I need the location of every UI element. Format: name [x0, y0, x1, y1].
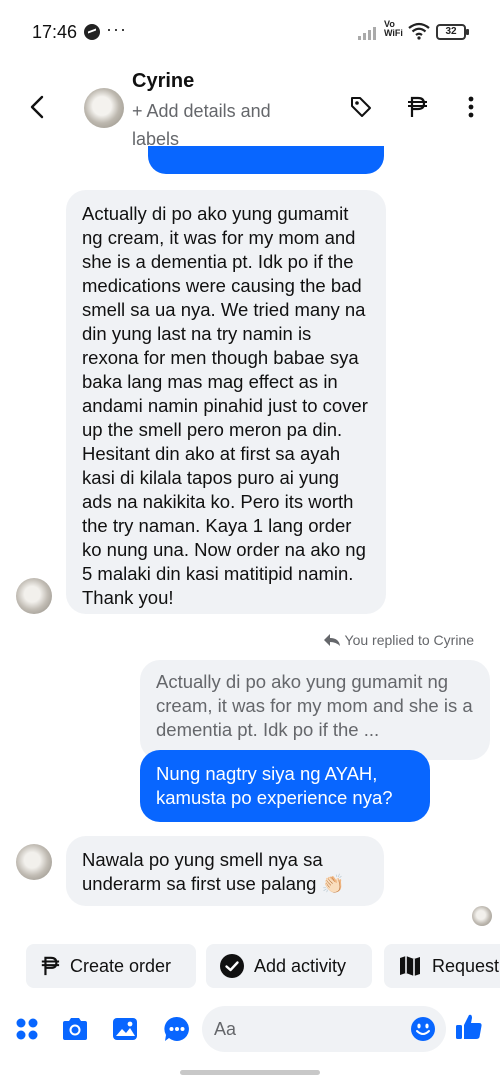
reply-label: You replied to Cyrine: [344, 632, 474, 648]
vowifi-label: Vo WiFi: [384, 19, 403, 38]
emoji-icon[interactable]: [408, 1014, 438, 1044]
status-time: 17:46: [32, 22, 78, 42]
chat-icon[interactable]: [162, 1014, 192, 1044]
more-vertical-icon[interactable]: [458, 94, 484, 120]
menu-dots-icon[interactable]: [12, 1014, 42, 1044]
peso-icon: [40, 955, 60, 977]
back-icon[interactable]: [24, 92, 50, 122]
more-notifications-icon: ···: [106, 19, 127, 39]
status-bar: 17:46 ··· Vo WiFi 32: [0, 0, 500, 64]
previous-outgoing-bubble: [148, 146, 384, 174]
sender-avatar[interactable]: [16, 578, 52, 614]
contact-name[interactable]: Cyrine: [132, 70, 194, 93]
request-button[interactable]: Request: [384, 944, 500, 988]
chat-header: Cyrine + Add details and labels: [0, 64, 500, 156]
tag-icon[interactable]: [348, 94, 374, 120]
create-order-button[interactable]: Create order: [26, 944, 196, 988]
add-activity-label: Add activity: [254, 955, 347, 976]
check-circle-icon: [220, 954, 244, 978]
map-icon: [398, 954, 422, 978]
add-activity-button[interactable]: Add activity: [206, 944, 372, 988]
reply-icon: [323, 634, 340, 646]
wifi-icon: [408, 22, 430, 40]
incoming-message-bubble[interactable]: Nawala po yung smell nya sa underarm sa …: [66, 836, 384, 906]
reply-indicator: You replied to Cyrine: [323, 632, 474, 648]
gallery-icon[interactable]: [110, 1014, 140, 1044]
outgoing-message-bubble[interactable]: Nung nagtry siya ng AYAH, kamusta po exp…: [140, 750, 430, 822]
camera-icon[interactable]: [60, 1014, 90, 1044]
quoted-message[interactable]: Actually di po ako yung gumamit ng cream…: [140, 660, 490, 760]
message-composer: Aa: [0, 1000, 500, 1060]
action-chips: Create order Add activity Request: [0, 944, 500, 990]
incoming-message-bubble[interactable]: Actually di po ako yung gumamit ng cream…: [66, 190, 386, 614]
home-indicator: [180, 1070, 320, 1075]
battery-icon: 32: [436, 24, 469, 40]
request-label: Request: [432, 955, 500, 976]
seen-avatar: [472, 906, 492, 926]
sender-avatar[interactable]: [16, 844, 52, 880]
contact-avatar[interactable]: [84, 88, 124, 128]
add-details-link[interactable]: + Add details and labels: [132, 97, 322, 153]
peso-icon[interactable]: [404, 94, 430, 120]
create-order-label: Create order: [70, 955, 172, 976]
like-icon[interactable]: [454, 1012, 484, 1042]
messenger-notification-icon: [84, 24, 100, 40]
signal-icon: [358, 26, 382, 40]
